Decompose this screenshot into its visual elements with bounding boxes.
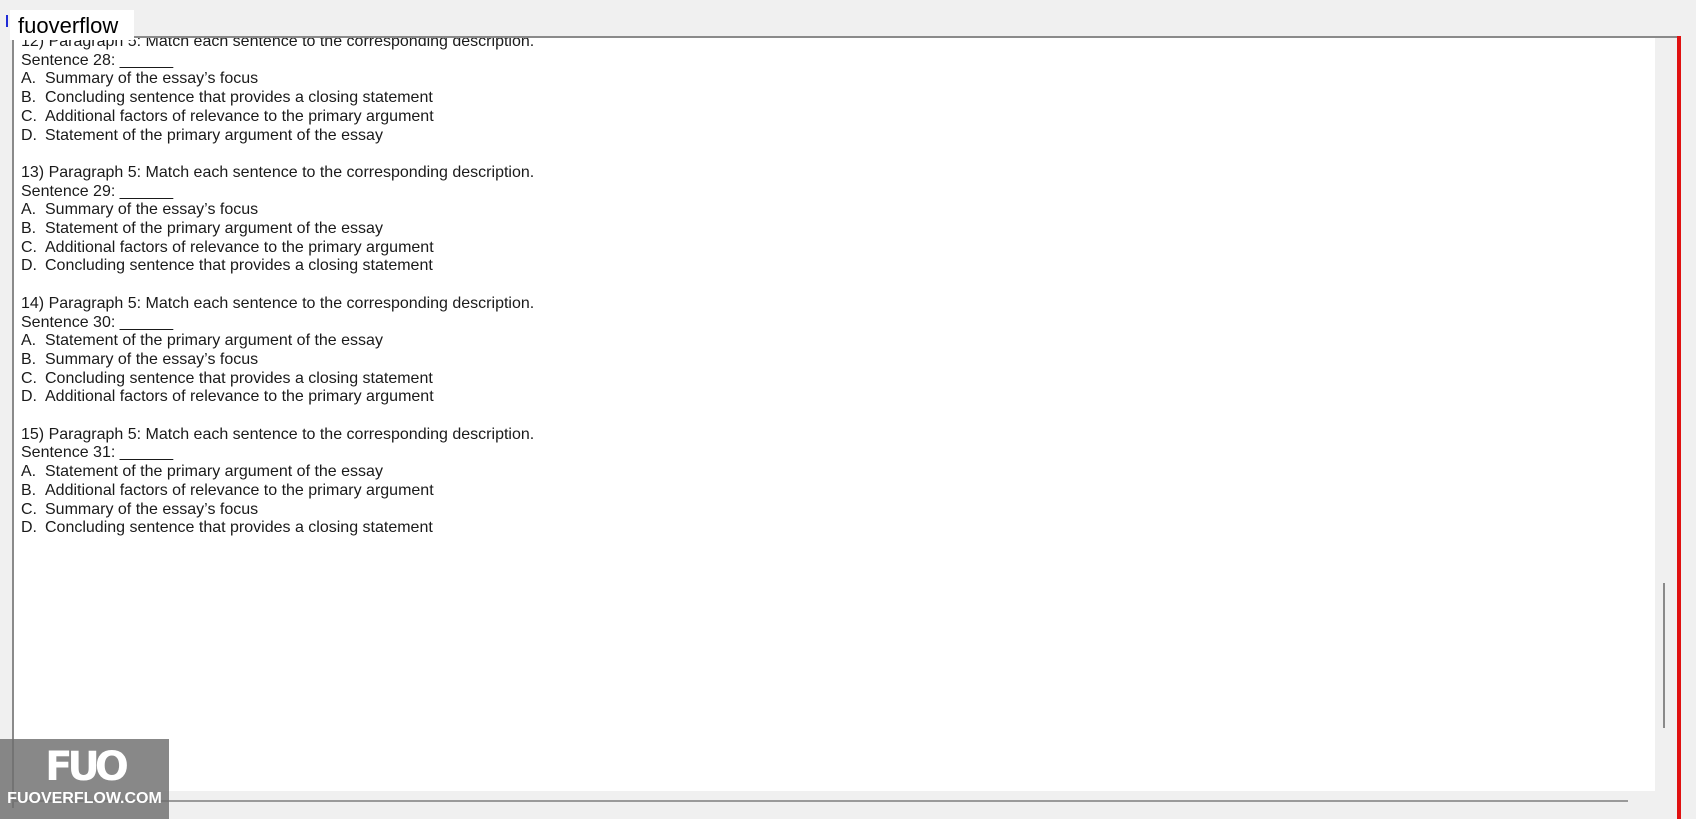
red-accent-bar <box>1677 36 1681 819</box>
logo-mark: FUO <box>45 744 129 790</box>
option-letter: B. <box>21 220 37 238</box>
sentence-blank: Sentence 31: ______ <box>21 444 174 462</box>
logo-text: FUOVERFLOW.COM <box>7 790 162 807</box>
option-letter: C. <box>21 500 37 518</box>
option-letter: B. <box>21 350 37 368</box>
option-letter: D. <box>21 126 37 144</box>
option-text: Additional factors of relevance to the p… <box>45 388 434 406</box>
question-prompt: 15) Paragraph 5: Match each sentence to … <box>21 425 535 443</box>
option-letter: B. <box>21 89 37 107</box>
answer-option: A. Summary of the essay’s focus <box>21 201 534 220</box>
question-prompt: 14) Paragraph 5: Match each sentence to … <box>21 294 535 312</box>
answer-option: D. Statement of the primary argument of t… <box>21 127 534 146</box>
sentence-blank: Sentence 28: ______ <box>21 51 174 69</box>
answer-option: D. Concluding sentence that provides a cl… <box>21 519 534 538</box>
answer-option: B. Additional factors of relevance to the… <box>21 482 534 501</box>
question-block: 13) Paragraph 5: Match each sentence to … <box>21 164 534 276</box>
question-block: 12) Paragraph 5: Match each sentence to … <box>21 38 534 145</box>
question-list: 12) Paragraph 5: Match each sentence to … <box>21 38 534 557</box>
answer-option: B. Summary of the essay’s focus <box>21 351 534 370</box>
option-text: Concluding sentence that provides a clos… <box>45 369 433 387</box>
option-text: Statement of the primary argument of the… <box>45 126 383 144</box>
option-letter: A. <box>21 332 37 350</box>
option-text: Additional factors of relevance to the p… <box>45 481 434 499</box>
vertical-scrollbar-thumb[interactable] <box>1663 583 1665 728</box>
option-letter: B. <box>21 481 37 499</box>
tab-fuoverflow[interactable]: fuoverflow <box>10 10 135 40</box>
option-letter: A. <box>21 70 37 88</box>
answer-option: A. Statement of the primary argument of t… <box>21 463 534 482</box>
document-page: 12) Paragraph 5: Match each sentence to … <box>14 38 1655 791</box>
option-letter: C. <box>21 369 37 387</box>
question-block: 14) Paragraph 5: Match each sentence to … <box>21 295 534 407</box>
answer-option: A. Statement of the primary argument of t… <box>21 332 534 351</box>
question-prompt: 12) Paragraph 5: Match each sentence to … <box>21 38 535 50</box>
question-prompt: 13) Paragraph 5: Match each sentence to … <box>21 163 535 181</box>
option-text: Statement of the primary argument of the… <box>45 220 383 238</box>
option-text: Statement of the primary argument of the… <box>45 463 383 481</box>
option-letter: D. <box>21 388 37 406</box>
option-letter: D. <box>21 519 37 537</box>
app-window: fuoverflow 12) Paragraph 5: Match each s… <box>0 0 1696 819</box>
option-text: Concluding sentence that provides a clos… <box>45 89 433 107</box>
answer-option: B. Statement of the primary argument of t… <box>21 220 534 239</box>
answer-option: C. Additional factors of relevance to the… <box>21 239 534 258</box>
option-text: Summary of the essay’s focus <box>45 350 259 368</box>
option-letter: C. <box>21 238 37 256</box>
answer-option: B. Concluding sentence that provides a cl… <box>21 89 534 108</box>
horizontal-scrollbar[interactable] <box>12 800 1628 802</box>
option-letter: A. <box>21 463 37 481</box>
answer-option: A. Summary of the essay’s focus <box>21 70 534 89</box>
option-text: Additional factors of relevance to the p… <box>45 107 434 125</box>
tab-marker <box>6 15 8 27</box>
answer-option: D. Additional factors of relevance to the… <box>21 388 534 407</box>
sentence-blank: Sentence 30: ______ <box>21 313 174 331</box>
option-letter: C. <box>21 107 37 125</box>
option-text: Summary of the essay’s focus <box>45 201 259 219</box>
option-text: Summary of the essay’s focus <box>45 500 259 518</box>
option-text: Statement of the primary argument of the… <box>45 332 383 350</box>
answer-option: C. Summary of the essay’s focus <box>21 501 534 520</box>
answer-option: C. Additional factors of relevance to the… <box>21 108 534 127</box>
answer-option: C. Concluding sentence that provides a cl… <box>21 370 534 389</box>
fuoverflow-logo: FUO FUOVERFLOW.COM <box>0 739 169 819</box>
option-text: Summary of the essay’s focus <box>45 70 259 88</box>
sentence-blank: Sentence 29: ______ <box>21 182 174 200</box>
option-text: Concluding sentence that provides a clos… <box>45 257 433 275</box>
option-letter: A. <box>21 201 37 219</box>
option-letter: D. <box>21 257 37 275</box>
option-text: Additional factors of relevance to the p… <box>45 238 434 256</box>
option-text: Concluding sentence that provides a clos… <box>45 519 433 537</box>
answer-option: D. Concluding sentence that provides a cl… <box>21 257 534 276</box>
question-block: 15) Paragraph 5: Match each sentence to … <box>21 426 534 538</box>
